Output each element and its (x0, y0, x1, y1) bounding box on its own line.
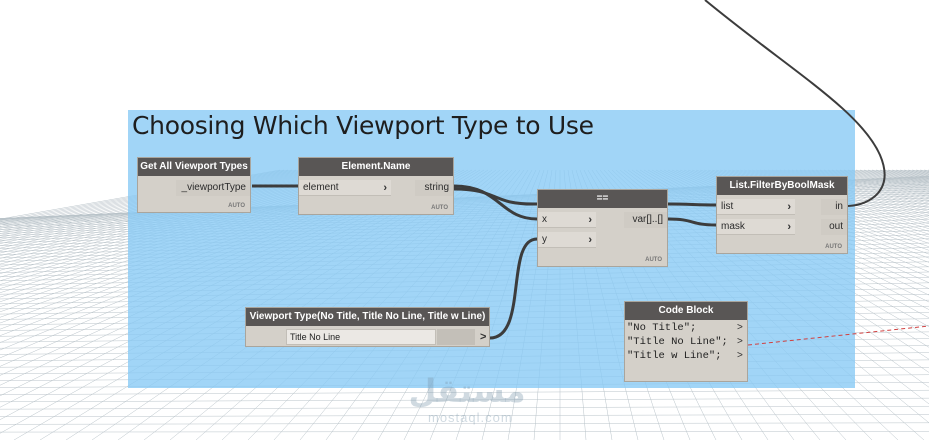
dropdown-arrow-area[interactable] (437, 329, 475, 345)
port-label: x (542, 214, 547, 225)
output-port-icon[interactable]: > (737, 350, 743, 361)
output-port-icon[interactable]: > (737, 336, 743, 347)
chevron-right-icon: › (383, 182, 387, 194)
node-viewport-type-dropdown[interactable]: Viewport Type(No Title, Title No Line, T… (245, 307, 490, 347)
output-port-icon[interactable]: > (737, 322, 743, 333)
node-element-name[interactable]: Element.Name element › string AUTO (298, 157, 454, 215)
node-code-block[interactable]: Code Block "No Title"; "Title No Line"; … (624, 301, 748, 382)
grid-line (0, 431, 929, 433)
lacing-label: AUTO (431, 205, 448, 211)
lacing-label: AUTO (645, 257, 662, 263)
port-label: list (721, 201, 734, 212)
watermark-logo: مستقل (408, 373, 526, 409)
input-port-element[interactable]: element › (299, 180, 391, 196)
chevron-right-icon: › (787, 221, 791, 233)
code-line[interactable]: "Title w Line"; (627, 350, 722, 364)
dropdown-value: Title No Line (290, 332, 341, 342)
workspace-canvas[interactable]: Choosing Which Viewport Type to Use Get … (0, 0, 929, 440)
node-get-all-viewport-types[interactable]: Get All Viewport Types _viewportType AUT… (137, 157, 251, 213)
port-label: element (303, 182, 339, 193)
node-title[interactable]: Viewport Type(No Title, Title No Line, T… (246, 308, 489, 326)
lacing-label: AUTO (228, 203, 245, 209)
output-port-string[interactable]: string (415, 180, 453, 196)
input-port-x[interactable]: x › (538, 212, 596, 228)
node-title[interactable]: List.FilterByBoolMask (717, 177, 847, 195)
node-title[interactable]: Element.Name (299, 158, 453, 176)
output-port-var[interactable]: var[]..[] (624, 212, 667, 228)
dropdown-select[interactable]: Title No Line (286, 329, 436, 345)
lacing-label: AUTO (825, 244, 842, 250)
chevron-right-icon: › (588, 214, 592, 226)
output-port-in[interactable]: in (821, 199, 847, 215)
node-list-filterbyboolmask[interactable]: List.FilterByBoolMask list › mask › in o… (716, 176, 848, 254)
node-title[interactable]: Code Block (625, 302, 747, 320)
code-line[interactable]: "No Title"; (627, 322, 696, 336)
input-port-mask[interactable]: mask › (717, 219, 795, 235)
input-port-list[interactable]: list › (717, 199, 795, 215)
output-port-viewporttype[interactable]: _viewportType (176, 180, 250, 196)
chevron-right-icon: › (588, 234, 592, 246)
chevron-right-icon: › (787, 201, 791, 213)
input-port-y[interactable]: y › (538, 232, 596, 248)
node-title[interactable]: == (538, 190, 667, 208)
node-equals[interactable]: == x › y › var[]..[] AUTO (537, 189, 668, 267)
port-label: mask (721, 221, 745, 232)
chevron-right-icon[interactable]: > (480, 329, 486, 345)
group-title[interactable]: Choosing Which Viewport Type to Use (132, 111, 594, 140)
output-port-out[interactable]: out (821, 219, 847, 235)
code-line[interactable]: "Title No Line"; (627, 336, 728, 350)
port-label: y (542, 234, 547, 245)
watermark-url: mostaql.com (428, 410, 513, 425)
node-title[interactable]: Get All Viewport Types (138, 158, 250, 176)
